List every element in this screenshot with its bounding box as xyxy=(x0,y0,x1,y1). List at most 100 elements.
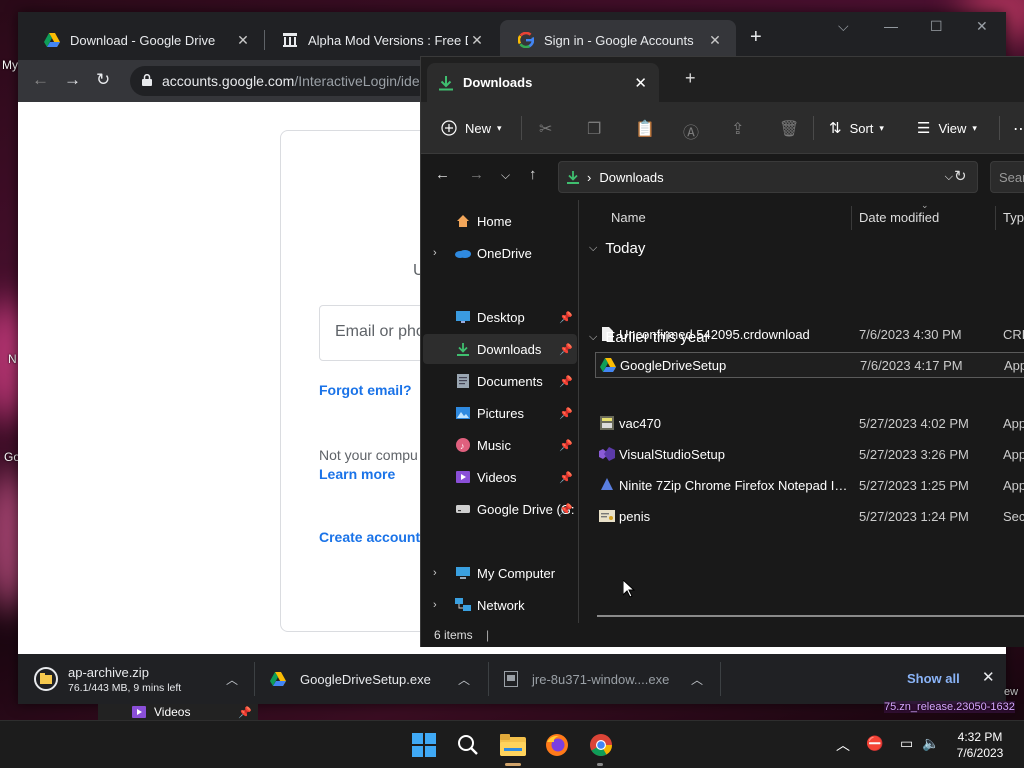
chevron-up-icon[interactable]: ︿ xyxy=(458,671,470,688)
nav-item-network[interactable]: › Network xyxy=(423,590,577,620)
chevron-up-icon[interactable]: ︿ xyxy=(691,671,703,688)
chevron-up-icon[interactable]: ︿ xyxy=(836,735,850,755)
display-icon[interactable]: ▭ xyxy=(900,735,913,752)
address-bar[interactable]: › Downloads ⌵ xyxy=(558,161,978,193)
pin-icon[interactable]: 📌 xyxy=(559,471,573,484)
paste-icon[interactable]: 📋 xyxy=(635,119,655,139)
back-arrow-icon[interactable]: ← xyxy=(435,166,450,183)
tab-search-chevron-icon[interactable]: ⌵ xyxy=(838,18,849,35)
file-row[interactable]: Ninite 7Zip Chrome Firefox Notepad Inst.… xyxy=(595,472,1024,498)
forward-arrow-icon[interactable]: → xyxy=(469,166,484,183)
minimize-icon[interactable]: — xyxy=(884,18,898,34)
nav-item-videos-background[interactable]: Videos 📌 xyxy=(98,704,258,720)
close-icon[interactable]: ✕ xyxy=(234,32,252,49)
tab-downloads[interactable]: Downloads ✕ xyxy=(427,63,659,102)
file-row[interactable]: vac470 5/27/2023 4:02 PM Appl xyxy=(595,410,1024,436)
cut-icon[interactable]: ✂ xyxy=(539,119,552,139)
learn-more-link[interactable]: Learn more xyxy=(319,466,395,482)
file-row[interactable]: penis 5/27/2023 1:24 PM Secu xyxy=(595,503,1024,529)
column-divider[interactable] xyxy=(851,206,852,230)
pin-icon[interactable]: 📌 xyxy=(559,407,573,420)
nav-item-documents[interactable]: Documents 📌 xyxy=(423,366,577,396)
new-button[interactable]: New ▾ xyxy=(441,102,502,154)
nav-item-google-drive[interactable]: Google Drive (G: 📌 xyxy=(423,494,577,524)
up-arrow-icon[interactable]: ↑ xyxy=(529,166,537,183)
tab-google-sign-in[interactable]: Sign in - Google Accounts ✕ xyxy=(500,20,736,60)
pin-icon[interactable]: 📌 xyxy=(559,311,573,324)
close-icon[interactable]: ✕ xyxy=(468,32,486,49)
share-icon[interactable]: ⇪ xyxy=(731,119,744,139)
close-icon[interactable]: ✕ xyxy=(634,74,647,92)
desktop-icon-label[interactable]: N xyxy=(8,352,17,366)
more-options-icon[interactable]: ⋯ xyxy=(1013,119,1024,139)
new-tab-icon[interactable]: + xyxy=(685,68,696,89)
close-icon[interactable]: ✕ xyxy=(982,668,995,686)
expand-chevron-icon[interactable]: › xyxy=(433,599,437,611)
column-header-name[interactable]: Name xyxy=(611,210,646,225)
nav-item-videos[interactable]: Videos 📌 xyxy=(423,462,577,492)
pin-icon[interactable]: 📌 xyxy=(559,503,573,516)
file-row[interactable]: VisualStudioSetup 5/27/2023 3:26 PM Appl xyxy=(595,441,1024,467)
tab-alpha-mod-versions[interactable]: Alpha Mod Versions : Free Down ✕ xyxy=(264,20,498,60)
nav-item-pictures[interactable]: Pictures 📌 xyxy=(423,398,577,428)
horizontal-scrollbar[interactable] xyxy=(597,615,1024,617)
desktop-icon-label[interactable]: My xyxy=(2,58,18,72)
status-bar: 6 items | xyxy=(421,623,1024,648)
pin-icon[interactable]: 📌 xyxy=(559,375,573,388)
file-row[interactable]: GoogleDriveSetup 7/6/2023 4:17 PM Appl xyxy=(595,352,1024,378)
expand-chevron-icon[interactable]: › xyxy=(433,247,437,259)
chevron-down-icon[interactable]: ⌵ xyxy=(945,171,953,184)
rename-icon[interactable]: Ⓐ xyxy=(683,119,699,143)
forgot-email-link[interactable]: Forgot email? xyxy=(319,382,412,398)
column-divider[interactable] xyxy=(995,206,996,230)
nav-item-my-computer[interactable]: › My Computer xyxy=(423,558,577,588)
show-all-button[interactable]: Show all xyxy=(907,671,960,686)
network-offline-icon[interactable]: ⛔ xyxy=(866,735,883,752)
recent-locations-chevron-icon[interactable]: ⌵ xyxy=(501,168,510,183)
refresh-icon[interactable]: ↻ xyxy=(954,167,967,185)
column-header-type[interactable]: Type xyxy=(1003,210,1024,225)
volume-icon[interactable]: 🔈 xyxy=(922,735,939,752)
download-item[interactable]: ap-archive.zip 76.1/443 MB, 9 mins left xyxy=(34,654,252,704)
close-icon[interactable]: ✕ xyxy=(706,32,724,49)
back-arrow-icon[interactable]: ← xyxy=(32,70,49,90)
view-button[interactable]: ☰ View ▾ xyxy=(917,102,977,154)
group-header-earlier-this-year[interactable]: ⌵ Earlier this year xyxy=(589,329,710,346)
nav-item-music[interactable]: ♪ Music 📌 xyxy=(423,430,577,460)
new-tab-icon[interactable]: + xyxy=(750,26,762,49)
copy-icon[interactable]: ❐ xyxy=(587,119,601,139)
file-explorer-icon[interactable] xyxy=(497,729,529,761)
create-account-button[interactable]: Create account xyxy=(319,529,420,545)
nav-item-downloads[interactable]: Downloads 📌 xyxy=(423,334,577,364)
collapse-chevron-icon[interactable]: ⌵ xyxy=(589,331,597,344)
search-icon[interactable] xyxy=(452,729,484,761)
collapse-chevron-icon[interactable]: ⌵ xyxy=(589,242,597,255)
delete-icon[interactable]: 🗑 xyxy=(779,119,799,139)
nav-label: Network xyxy=(477,597,525,613)
nav-item-onedrive[interactable]: › OneDrive xyxy=(423,238,577,268)
download-item[interactable]: jre-8u371-window....exe xyxy=(504,654,700,704)
search-input[interactable]: Searc xyxy=(990,161,1024,193)
maximize-icon[interactable]: ☐ xyxy=(930,18,943,35)
lock-icon[interactable] xyxy=(142,73,152,89)
forward-arrow-icon[interactable]: → xyxy=(64,70,81,90)
pin-icon[interactable]: 📌 xyxy=(559,439,573,452)
reload-icon[interactable]: ↻ xyxy=(96,70,110,90)
firefox-icon[interactable] xyxy=(541,729,573,761)
close-window-icon[interactable]: ✕ xyxy=(976,18,988,35)
breadcrumb[interactable]: Downloads xyxy=(599,170,663,185)
nav-item-home[interactable]: Home xyxy=(423,206,577,236)
group-header-today[interactable]: ⌵ Today xyxy=(589,240,645,257)
windows-start-icon[interactable] xyxy=(408,729,440,761)
download-item[interactable]: GoogleDriveSetup.exe xyxy=(270,654,466,704)
google-drive-icon xyxy=(44,32,60,48)
expand-chevron-icon[interactable]: › xyxy=(433,567,437,579)
chevron-up-icon[interactable]: ︿ xyxy=(226,671,238,688)
sort-button[interactable]: ⇅ Sort ▾ xyxy=(829,102,884,154)
column-header-date-modified[interactable]: Date modified xyxy=(859,210,939,225)
pin-icon[interactable]: 📌 xyxy=(559,343,573,356)
system-clock[interactable]: 4:32 PM 7/6/2023 xyxy=(940,729,1020,761)
chrome-icon[interactable] xyxy=(585,729,617,761)
nav-item-desktop[interactable]: Desktop 📌 xyxy=(423,302,577,332)
tab-google-drive-download[interactable]: Download - Google Drive ✕ xyxy=(26,20,264,60)
